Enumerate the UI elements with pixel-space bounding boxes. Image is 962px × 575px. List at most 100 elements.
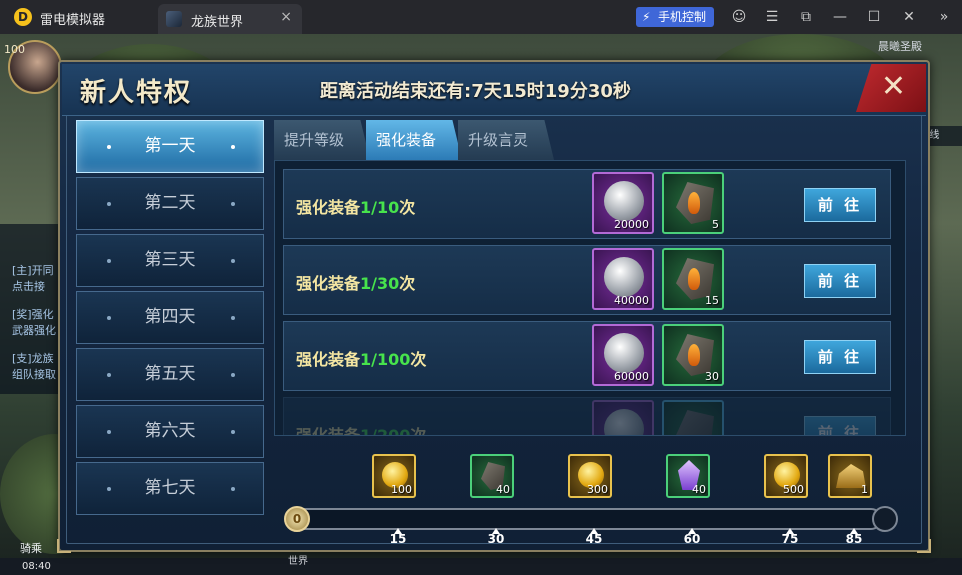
world-chat-label[interactable]: 世界 [288, 552, 308, 567]
ornament-dot-icon [231, 316, 235, 320]
quest-line: 组队接取 [12, 368, 56, 381]
flame-rune-icon [688, 192, 700, 214]
day-tab-5[interactable]: 第五天 [76, 348, 264, 401]
maximize-icon[interactable]: ☐ [866, 9, 882, 25]
task-description: 强化装备1/30次 [296, 270, 415, 294]
day-label: 第五天 [144, 364, 196, 384]
milestone-reward-crystal[interactable]: 40 [666, 454, 710, 498]
ornament-dot-icon [231, 202, 235, 206]
progress-track [292, 508, 882, 530]
task-row: 强化装备1/200次 前 往 [283, 397, 891, 436]
task-description: 强化装备1/200次 [296, 422, 427, 436]
lightning-icon: ⚡ [642, 10, 651, 24]
reward-enhance-stone[interactable]: 15 [662, 248, 724, 310]
reward-count: 100 [391, 483, 412, 496]
ornament-dot-icon [107, 259, 111, 263]
day-tab-2[interactable]: 第二天 [76, 177, 264, 230]
task-row: 强化装备1/30次 40000 15 前 往 [283, 245, 891, 315]
task-prefix: 强化装备 [296, 350, 361, 369]
reward-count: 40000 [614, 294, 649, 307]
progress-current-value: 0 [284, 506, 310, 532]
day-tab-1[interactable]: 第一天 [76, 120, 264, 173]
ride-button-label[interactable]: 骑乘 [20, 540, 42, 556]
task-progress: 1/30 [360, 274, 400, 293]
day-label: 第一天 [144, 136, 196, 156]
tab-game[interactable]: 龙族世界 × [158, 4, 302, 34]
reward-silver-coin[interactable]: 60000 [592, 324, 654, 386]
milestone-reward-gold-coin[interactable]: 300 [568, 454, 612, 498]
go-button[interactable]: 前 往 [804, 264, 876, 298]
day-tab-7[interactable]: 第七天 [76, 462, 264, 515]
reward-silver-coin[interactable]: 40000 [592, 248, 654, 310]
phone-control-label: 手机控制 [658, 10, 707, 24]
event-countdown: 距离活动结束还有:7天15时19分30秒 [320, 81, 631, 102]
tab-upgrade-spirit[interactable]: 升级言灵 [458, 120, 554, 160]
task-row: 强化装备1/100次 60000 30 前 往 [283, 321, 891, 391]
newbie-privilege-dialog: 新人特权 距离活动结束还有:7天15时19分30秒 ✕ 第一天 第二天 第三天 … [57, 60, 931, 553]
emulator-app-name: 雷电模拟器 [40, 13, 106, 28]
frame-corner-ornament [917, 539, 931, 553]
reward-count: 60000 [614, 370, 649, 383]
reward-enhance-stone[interactable]: 5 [662, 172, 724, 234]
ornament-dot-icon [107, 145, 111, 149]
dialog-close-button[interactable]: ✕ [856, 64, 926, 112]
chat-strip [0, 558, 962, 575]
task-progress: 1/10 [360, 198, 400, 217]
reward-count: 20000 [614, 218, 649, 231]
reward-silver-coin[interactable] [592, 400, 654, 435]
go-button[interactable]: 前 往 [804, 188, 876, 222]
close-window-icon[interactable]: ✕ [901, 9, 917, 25]
ornament-dot-icon [107, 430, 111, 434]
tab-close-icon[interactable]: × [280, 9, 292, 25]
day-tab-6[interactable]: 第六天 [76, 405, 264, 458]
reward-count: 40 [496, 483, 510, 496]
tab-enhance-equipment[interactable]: 强化装备 [366, 120, 462, 160]
task-suffix: 次 [410, 426, 427, 436]
task-prefix: 强化装备 [296, 198, 361, 217]
progress-end-knob [872, 506, 898, 532]
task-prefix: 强化装备 [296, 274, 361, 293]
reward-silver-coin[interactable]: 20000 [592, 172, 654, 234]
dialog-title: 新人特权 [80, 78, 193, 108]
reward-enhance-stone[interactable] [662, 400, 724, 435]
milestone-reward-mount[interactable]: 1 [828, 454, 872, 498]
ornament-dot-icon [107, 202, 111, 206]
task-suffix: 次 [399, 198, 416, 217]
ornament-dot-icon [107, 487, 111, 491]
milestone-reward-enhance-stone[interactable]: 40 [470, 454, 514, 498]
day-tab-3[interactable]: 第三天 [76, 234, 264, 287]
day-list: 第一天 第二天 第三天 第四天 第五天 第六天 第七天 [76, 120, 266, 519]
popout-icon[interactable]: ⧉ [798, 9, 814, 25]
quest-line: [奖]强化 [12, 308, 54, 321]
day-tab-4[interactable]: 第四天 [76, 291, 264, 344]
milestone-reward-gold-coin[interactable]: 500 [764, 454, 808, 498]
tick-label: 15 [389, 532, 407, 546]
tick-label: 30 [487, 532, 505, 546]
reward-count: 30 [705, 370, 719, 383]
day-label: 第六天 [144, 421, 196, 441]
go-button[interactable]: 前 往 [804, 340, 876, 374]
ornament-dot-icon [107, 316, 111, 320]
quest-line: 武器强化 [12, 324, 56, 337]
go-button[interactable]: 前 往 [804, 416, 876, 435]
phone-control-button[interactable]: ⚡ 手机控制 [636, 7, 714, 27]
task-progress: 1/100 [360, 350, 411, 369]
ornament-dot-icon [231, 145, 235, 149]
ornament-dot-icon [231, 373, 235, 377]
task-list[interactable]: 强化装备1/10次 20000 5 前 往 强化装备1/30次 40000 15… [274, 160, 906, 436]
user-icon[interactable]: ☺ [731, 9, 747, 25]
emulator-titlebar: D 雷电模拟器 龙族世界 × ⚡ 手机控制 ☺ ☰ ⧉ — ☐ ✕ » [0, 0, 962, 34]
milestone-reward-gold-coin[interactable]: 100 [372, 454, 416, 498]
expand-sidebar-icon[interactable]: » [936, 9, 952, 25]
reward-enhance-stone[interactable]: 30 [662, 324, 724, 386]
day-label: 第三天 [144, 250, 196, 270]
silver-coin-icon [604, 409, 644, 435]
tick-label: 85 [845, 532, 863, 546]
emulator-logo-icon: D [14, 8, 32, 26]
minimize-icon[interactable]: — [832, 9, 848, 25]
task-row: 强化装备1/10次 20000 5 前 往 [283, 169, 891, 239]
silver-coin-icon [604, 257, 644, 297]
tab-level-up[interactable]: 提升等级 [274, 120, 370, 160]
task-category-tabs: 提升等级 强化装备 升级言灵 [274, 120, 874, 160]
menu-icon[interactable]: ☰ [764, 9, 780, 25]
